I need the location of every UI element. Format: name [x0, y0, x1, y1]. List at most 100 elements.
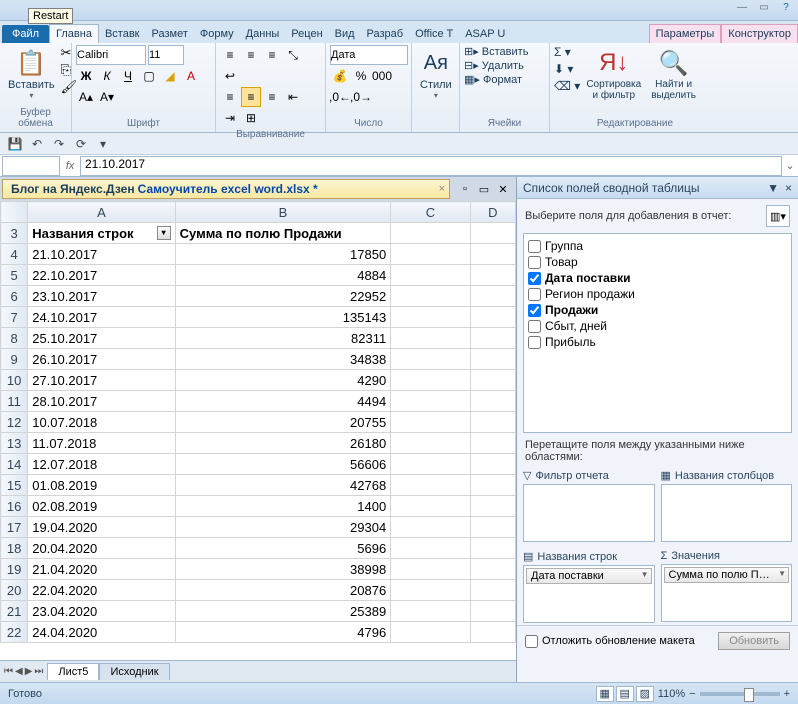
field-item[interactable]: Регион продажи: [526, 286, 789, 302]
cell[interactable]: [470, 223, 515, 244]
formula-expand-icon[interactable]: ⌄: [782, 159, 798, 172]
cell[interactable]: [470, 580, 515, 601]
cell[interactable]: [470, 412, 515, 433]
tab-formulas[interactable]: Форму: [194, 25, 240, 43]
help-button[interactable]: ?: [778, 2, 794, 16]
field-checkbox[interactable]: [528, 272, 541, 285]
field-checkbox[interactable]: [528, 304, 541, 317]
cell[interactable]: 22.10.2017: [28, 265, 175, 286]
border-button[interactable]: ▢: [139, 66, 159, 86]
cell[interactable]: [470, 265, 515, 286]
cell[interactable]: 12.07.2018: [28, 454, 175, 475]
cell[interactable]: [470, 538, 515, 559]
cell[interactable]: [391, 601, 470, 622]
cells-delete-button[interactable]: ⊟▸ Удалить: [464, 59, 524, 72]
cell[interactable]: 23.04.2020: [28, 601, 175, 622]
zoom-out-button[interactable]: −: [689, 688, 695, 700]
cell[interactable]: 82311: [175, 328, 391, 349]
field-checkbox[interactable]: [528, 288, 541, 301]
fill-color-button[interactable]: ◢: [160, 66, 180, 86]
increase-font-button[interactable]: A▴: [76, 87, 96, 107]
window-close-icon[interactable]: ✕: [494, 180, 512, 198]
increase-decimal-button[interactable]: ,0←: [330, 87, 350, 107]
tab-review[interactable]: Рецен: [285, 25, 328, 43]
cells-format-button[interactable]: ▦▸ Формат: [464, 73, 522, 86]
cell[interactable]: 135143: [175, 307, 391, 328]
cell[interactable]: [391, 559, 470, 580]
sheet-nav-first-icon[interactable]: ⏮: [4, 666, 13, 677]
cell[interactable]: 27.10.2017: [28, 370, 175, 391]
row-header[interactable]: 14: [1, 454, 28, 475]
cell[interactable]: 22.04.2020: [28, 580, 175, 601]
row-header[interactable]: 13: [1, 433, 28, 454]
cell[interactable]: 10.07.2018: [28, 412, 175, 433]
tab-home[interactable]: Главна: [49, 24, 99, 43]
cell[interactable]: 42768: [175, 475, 391, 496]
cell[interactable]: [470, 496, 515, 517]
file-tab[interactable]: Файл: [2, 25, 49, 43]
sheet-tab-active[interactable]: Лист5: [47, 663, 99, 680]
cell[interactable]: 29304: [175, 517, 391, 538]
cell[interactable]: 01.08.2019: [28, 475, 175, 496]
cell[interactable]: [391, 538, 470, 559]
cell[interactable]: 21.10.2017: [28, 244, 175, 265]
qat-redo-icon[interactable]: ↷: [50, 135, 68, 153]
wrap-text-button[interactable]: ↩: [220, 66, 240, 86]
align-bottom-button[interactable]: ≡: [262, 45, 282, 65]
sheet-nav-next-icon[interactable]: ▶: [25, 666, 33, 677]
field-item[interactable]: Прибыль: [526, 334, 789, 350]
cell[interactable]: [470, 559, 515, 580]
filter-drop-zone[interactable]: [523, 484, 655, 542]
zoom-slider[interactable]: [700, 692, 780, 696]
row-header[interactable]: 17: [1, 517, 28, 538]
comma-button[interactable]: 000: [372, 66, 392, 86]
zoom-in-button[interactable]: +: [784, 688, 790, 700]
col-header-c[interactable]: C: [391, 202, 470, 223]
qat-save-icon[interactable]: 💾: [6, 135, 24, 153]
view-normal-icon[interactable]: ▦: [596, 686, 614, 702]
bold-button[interactable]: Ж: [76, 66, 96, 86]
cell[interactable]: [391, 433, 470, 454]
sheet-nav-prev-icon[interactable]: ◀: [15, 666, 23, 677]
window-restore-icon[interactable]: ▭: [475, 180, 493, 198]
qat-refresh-icon[interactable]: ⟳: [72, 135, 90, 153]
field-checkbox[interactable]: [528, 336, 541, 349]
font-name-select[interactable]: [76, 45, 146, 65]
cell[interactable]: [470, 391, 515, 412]
cell[interactable]: [470, 475, 515, 496]
cell[interactable]: [391, 475, 470, 496]
row-header[interactable]: 19: [1, 559, 28, 580]
number-format-select[interactable]: [330, 45, 408, 65]
currency-button[interactable]: 💰: [330, 66, 350, 86]
cell[interactable]: 25389: [175, 601, 391, 622]
cell[interactable]: [470, 622, 515, 643]
styles-button[interactable]: Ая Стили ▾: [416, 45, 456, 102]
align-center-button[interactable]: ≡: [241, 87, 261, 107]
cell[interactable]: [391, 265, 470, 286]
align-top-button[interactable]: ≡: [220, 45, 240, 65]
row-header[interactable]: 20: [1, 580, 28, 601]
cell[interactable]: 20755: [175, 412, 391, 433]
orientation-button[interactable]: ⤡: [283, 45, 303, 65]
cell[interactable]: 28.10.2017: [28, 391, 175, 412]
cell[interactable]: [470, 244, 515, 265]
cell[interactable]: 02.08.2019: [28, 496, 175, 517]
workbook-close-icon[interactable]: ×: [439, 183, 445, 195]
row-header[interactable]: 5: [1, 265, 28, 286]
values-drop-zone[interactable]: Сумма по полю П…: [661, 564, 793, 622]
row-header[interactable]: 9: [1, 349, 28, 370]
col-header-b[interactable]: B: [175, 202, 391, 223]
field-item[interactable]: Сбыт, дней: [526, 318, 789, 334]
decrease-font-button[interactable]: A▾: [97, 87, 117, 107]
cell[interactable]: 38998: [175, 559, 391, 580]
row-header[interactable]: 6: [1, 286, 28, 307]
tab-insert[interactable]: Вставк: [99, 25, 146, 43]
autosum-button[interactable]: Σ ▾: [554, 45, 580, 59]
row-header[interactable]: 16: [1, 496, 28, 517]
cell[interactable]: 24.10.2017: [28, 307, 175, 328]
row-header[interactable]: 4: [1, 244, 28, 265]
cell[interactable]: [391, 307, 470, 328]
view-break-icon[interactable]: ▨: [636, 686, 654, 702]
field-checkbox[interactable]: [528, 240, 541, 253]
workbook-title-link[interactable]: Самоучитель excel word.xlsx *: [138, 182, 318, 196]
